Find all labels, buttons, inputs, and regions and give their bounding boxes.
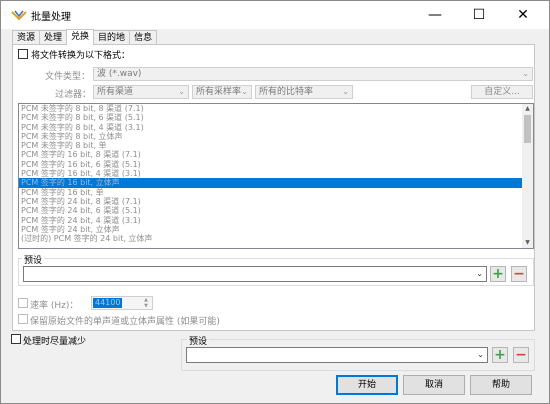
- preset-label-bottom: 预设: [187, 334, 210, 347]
- rate-value: 44100: [93, 298, 123, 308]
- rate-label: 速率 (Hz)：: [30, 301, 79, 311]
- filter-bitrate-value: 所有的比特率: [259, 87, 314, 97]
- remove-preset-button-top[interactable]: −: [511, 266, 527, 282]
- close-button[interactable]: ✕: [501, 1, 545, 29]
- format-list-item[interactable]: (过时的) PCM 签字的 24 bit, 立体声: [19, 234, 533, 243]
- filter-bitrate-select[interactable]: 所有的比特率 ⌄: [255, 85, 353, 99]
- start-button[interactable]: 开始: [336, 375, 398, 395]
- reduce-label: 处理时尽量减少: [23, 337, 87, 347]
- filter-channels-select[interactable]: 所有渠道 ⌄: [93, 85, 189, 99]
- remove-preset-button-bottom[interactable]: −: [513, 347, 529, 363]
- tab-convert[interactable]: 兑换: [66, 29, 95, 45]
- format-list-item[interactable]: PCM 签字的 24 bit, 4 渠道 (3.1): [19, 216, 533, 225]
- format-list-item[interactable]: PCM 签字的 24 bit, 8 渠道 (7.1): [19, 197, 533, 206]
- chevron-down-icon: ⌄: [522, 69, 529, 78]
- add-preset-button-top[interactable]: +: [490, 266, 506, 282]
- chevron-down-icon: ⌄: [342, 87, 349, 96]
- filter-channels-value: 所有渠道: [97, 87, 134, 97]
- scroll-thumb[interactable]: [524, 115, 531, 143]
- filter-samplerate-value: 所有采样率: [196, 87, 242, 97]
- help-button[interactable]: 帮助: [470, 375, 532, 395]
- plus-icon: +: [492, 266, 504, 282]
- title-bar: 批量处理 — ☐ ✕: [1, 1, 549, 29]
- preserve-channels-label: 保留原始文件的单声道或立体声属性 (如果可能): [30, 317, 220, 327]
- window-title: 批量处理: [31, 12, 71, 23]
- tab-info[interactable]: 信息: [129, 30, 158, 45]
- format-list-item[interactable]: PCM 签字的 16 bit, 4 渠道 (3.1): [19, 169, 533, 178]
- custom-button[interactable]: 自定义...: [471, 85, 533, 99]
- spin-arrows-icon[interactable]: ▲ ▼: [141, 297, 151, 309]
- format-list-item[interactable]: PCM 签字的 24 bit, 立体声: [19, 225, 533, 234]
- close-icon: ✕: [517, 7, 529, 23]
- preserve-channels-checkbox[interactable]: [18, 314, 28, 324]
- format-list-item[interactable]: PCM 签字的 16 bit, 8 渠道 (7.1): [19, 150, 533, 159]
- tab-bar: 资源 处理 兑换 目的地 信息: [12, 29, 158, 45]
- file-type-label: 文件类型：: [45, 72, 91, 82]
- tab-destination[interactable]: 目的地: [93, 30, 131, 45]
- format-list-item[interactable]: PCM 未签字的 8 bit, 8 渠道 (7.1): [19, 104, 533, 113]
- format-list[interactable]: PCM 未签字的 8 bit, 8 渠道 (7.1) PCM 未签字的 8 bit…: [18, 103, 534, 249]
- file-type-value: 波 (*.wav): [97, 69, 142, 79]
- minus-icon: −: [515, 347, 527, 363]
- convert-format-checkbox[interactable]: [18, 49, 28, 59]
- minimize-button[interactable]: —: [413, 1, 457, 29]
- chevron-down-icon: ⌄: [241, 87, 248, 96]
- cancel-button[interactable]: 取消: [403, 375, 465, 395]
- filter-samplerate-select[interactable]: 所有采样率 ⌄: [192, 85, 252, 99]
- format-list-item[interactable]: PCM 未签字的 8 bit, 立体声: [19, 132, 533, 141]
- format-list-item[interactable]: PCM 签字的 16 bit, 立体声: [19, 178, 533, 188]
- rate-input[interactable]: 44100 ▲ ▼: [91, 296, 153, 310]
- preset-select-bottom[interactable]: ⌄: [186, 347, 488, 363]
- chevron-down-icon: ⌄: [476, 269, 483, 278]
- maximize-button[interactable]: ☐: [457, 1, 501, 29]
- format-list-item[interactable]: PCM 签字的 16 bit, 单: [19, 188, 533, 197]
- preset-label-top: 预设: [22, 253, 45, 266]
- add-preset-button-bottom[interactable]: +: [492, 347, 508, 363]
- filter-label: 过滤器：: [55, 90, 92, 100]
- tab-process[interactable]: 处理: [39, 30, 68, 45]
- minus-icon: −: [513, 266, 525, 282]
- format-list-scrollbar[interactable]: ▲ ▼: [522, 104, 533, 248]
- scroll-up-icon[interactable]: ▲: [522, 104, 533, 114]
- format-list-item[interactable]: PCM 未签字的 8 bit, 4 渠道 (3.1): [19, 123, 533, 132]
- convert-format-label: 将文件转换为以下格式：: [31, 51, 131, 61]
- app-logo-icon: [11, 10, 27, 21]
- format-list-item[interactable]: PCM 签字的 16 bit, 6 渠道 (5.1): [19, 160, 533, 169]
- format-list-item[interactable]: PCM 签字的 24 bit, 6 渠道 (5.1): [19, 206, 533, 215]
- format-list-item[interactable]: PCM 未签字的 8 bit, 6 渠道 (5.1): [19, 113, 533, 122]
- rate-checkbox[interactable]: [18, 298, 28, 308]
- file-type-select[interactable]: 波 (*.wav) ⌄: [93, 67, 533, 81]
- minimize-icon: —: [428, 7, 442, 23]
- chevron-down-icon: ⌄: [178, 87, 185, 96]
- plus-icon: +: [494, 347, 506, 363]
- reduce-checkbox[interactable]: [11, 334, 21, 344]
- maximize-icon: ☐: [472, 7, 486, 23]
- tab-resources[interactable]: 资源: [12, 30, 41, 45]
- preset-select-top[interactable]: ⌄: [23, 266, 487, 282]
- scroll-down-icon[interactable]: ▼: [522, 238, 533, 248]
- batch-dialog: 批量处理 — ☐ ✕ 资源 处理 兑换 目的地 信息 将文件转换为以下格式： 文…: [0, 0, 550, 404]
- chevron-down-icon: ⌄: [477, 350, 484, 359]
